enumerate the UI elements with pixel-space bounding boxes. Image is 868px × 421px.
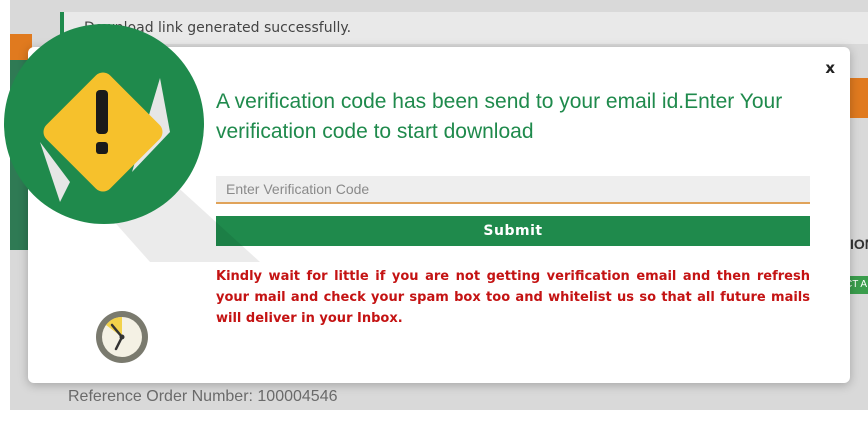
submit-button[interactable]: Submit	[216, 216, 810, 246]
modal-heading: A verification code has been send to you…	[216, 90, 783, 143]
background-column-fragment: ION	[850, 236, 868, 252]
background-orange-bar-right	[848, 78, 868, 118]
close-icon[interactable]: x	[825, 59, 835, 77]
warning-icon	[4, 24, 260, 262]
clock-icon	[96, 311, 148, 363]
reference-order-number: Reference Order Number: 100004546	[68, 388, 338, 405]
verification-code-input[interactable]	[216, 176, 810, 204]
verification-notice: Kindly wait for little if you are not ge…	[216, 269, 810, 326]
